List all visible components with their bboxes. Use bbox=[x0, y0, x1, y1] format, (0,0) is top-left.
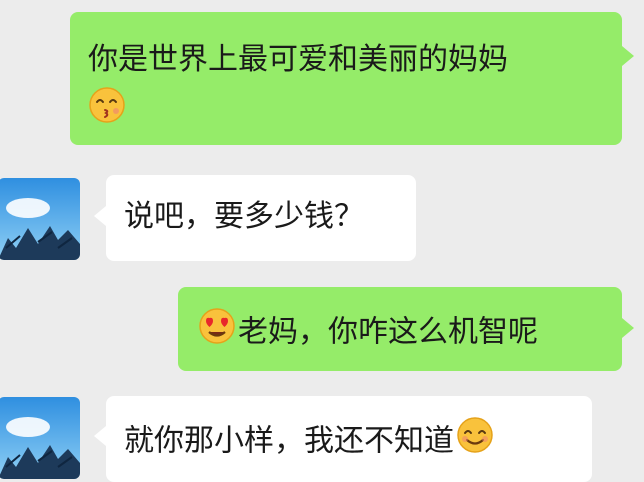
smiling-face-icon bbox=[456, 416, 494, 467]
message-text: 老妈，你咋这么机智呢 bbox=[238, 314, 538, 350]
bubble-tail bbox=[622, 46, 634, 66]
avatar[interactable] bbox=[0, 178, 80, 260]
avatar[interactable] bbox=[0, 397, 80, 479]
heart-eyes-face-icon bbox=[198, 307, 236, 358]
message-text: 说吧，要多少钱？ bbox=[124, 199, 364, 234]
message-text: 就你那小样，我还不知道 bbox=[124, 423, 454, 459]
bubble-tail bbox=[94, 426, 106, 446]
outgoing-message-bubble[interactable]: 老妈，你咋这么机智呢 bbox=[178, 287, 622, 371]
bubble-tail bbox=[622, 318, 634, 338]
message-text: 你是世界上最可爱和美丽的妈妈 bbox=[88, 42, 508, 77]
incoming-message-bubble[interactable]: 就你那小样，我还不知道 bbox=[106, 396, 592, 482]
outgoing-message-bubble[interactable]: 你是世界上最可爱和美丽的妈妈 bbox=[70, 12, 622, 145]
bubble-tail bbox=[94, 206, 106, 226]
chat-message-list[interactable]: 你是世界上最可爱和美丽的妈妈 说吧，要多少钱？ 老妈，你咋这么机智呢 就你那小样… bbox=[0, 0, 644, 482]
incoming-message-bubble[interactable]: 说吧，要多少钱？ bbox=[106, 175, 416, 261]
kissing-face-icon bbox=[88, 86, 126, 137]
